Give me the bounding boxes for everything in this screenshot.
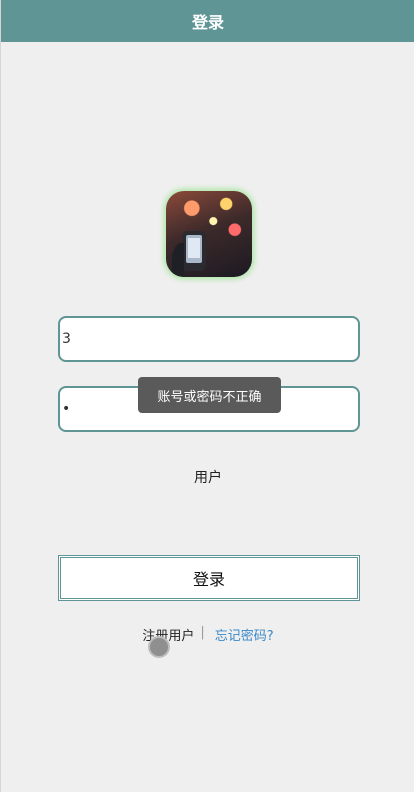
forgot-password-link[interactable]: 忘记密码? [215,625,274,644]
role-selector[interactable]: 用户 [1,467,414,487]
touch-indicator [148,636,170,658]
phone-in-hand-icon [172,231,206,277]
login-button-label: 登录 [192,570,225,589]
login-button[interactable]: 登录 [58,555,360,601]
page-title: 登录 [191,13,224,32]
auth-links: 注册用户 | 忘记密码? [1,625,414,644]
link-separator: | [200,625,205,640]
error-toast: 账号或密码不正确 [138,377,281,413]
header-bar: 登录 [1,0,414,42]
role-label: 用户 [194,470,222,486]
username-value: 3 [62,331,71,347]
password-value: • [62,401,71,417]
app-logo-image [166,191,252,277]
username-input[interactable]: 3 [58,316,360,362]
toast-message: 账号或密码不正确 [157,389,262,405]
